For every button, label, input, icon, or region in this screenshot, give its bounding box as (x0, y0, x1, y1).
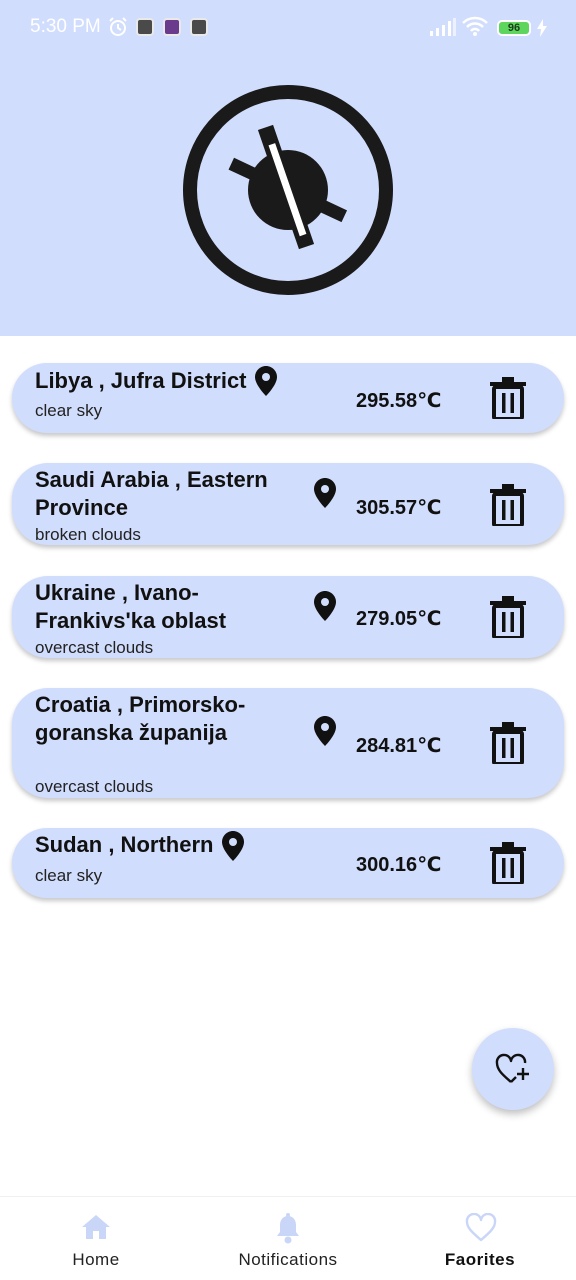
location-pin-icon (255, 366, 277, 396)
app-icon (190, 18, 208, 36)
weather-description: clear sky (35, 866, 103, 885)
location-title: Ukraine , Ivano-Frankivs'ka oblast (35, 580, 227, 633)
delete-icon[interactable] (490, 596, 526, 638)
location-pin-icon (314, 716, 336, 746)
nav-favorites[interactable]: Faorites (384, 1197, 576, 1280)
favorite-card[interactable]: Libya , Jufra District clear sky 295.58℃ (12, 363, 564, 433)
heart-icon (465, 1213, 497, 1242)
location-title: Saudi Arabia , Eastern Province (35, 467, 268, 520)
delete-icon[interactable] (490, 484, 526, 526)
header: 5:30 PM 96 (0, 0, 576, 336)
status-time: 5:30 PM (30, 16, 101, 37)
delete-icon[interactable] (490, 842, 526, 884)
weather-description: clear sky (35, 401, 103, 420)
temperature: 305.57℃ (356, 497, 442, 519)
add-favorite-button[interactable] (472, 1028, 554, 1110)
bottom-navigation: Home Notifications Faorites (0, 1196, 576, 1280)
location-title: Libya , Jufra District (35, 368, 247, 393)
compass-logo-icon (182, 84, 394, 301)
delete-icon[interactable] (490, 722, 526, 764)
location-pin-icon (314, 478, 336, 508)
location-pin-icon (222, 831, 244, 861)
favorite-card[interactable]: Saudi Arabia , Eastern Province broken c… (12, 463, 564, 545)
location-title: Sudan , Northern (35, 832, 214, 857)
location-pin-icon (314, 591, 336, 621)
heart-plus-icon (495, 1053, 529, 1083)
status-bar: 5:30 PM 96 (0, 0, 576, 56)
delete-icon[interactable] (490, 377, 526, 419)
location-title: Croatia , Primorsko-goranska županija (35, 692, 246, 745)
temperature: 284.81℃ (356, 735, 442, 757)
nav-notifications-label: Notifications (238, 1250, 338, 1269)
app-icon (163, 18, 181, 36)
alarm-icon (108, 17, 128, 42)
wifi-icon (462, 16, 488, 41)
bell-icon (277, 1213, 299, 1244)
temperature: 300.16℃ (356, 854, 442, 876)
signal-icon (430, 18, 456, 41)
temperature: 279.05℃ (356, 608, 442, 630)
weather-description: overcast clouds (35, 638, 154, 657)
charging-icon (537, 19, 547, 42)
favorite-card[interactable]: Ukraine , Ivano-Frankivs'ka oblast overc… (12, 576, 564, 658)
nav-notifications[interactable]: Notifications (192, 1197, 384, 1280)
home-icon (82, 1215, 110, 1239)
weather-description: broken clouds (35, 525, 141, 544)
battery-icon: 96 (497, 20, 531, 36)
temperature: 295.58℃ (356, 390, 442, 412)
weather-description: overcast clouds (35, 777, 154, 796)
favorite-card[interactable]: Croatia , Primorsko-goranska županija ov… (12, 688, 564, 798)
app-icon (136, 18, 154, 36)
nav-favorites-label: Faorites (444, 1250, 516, 1269)
nav-home-label: Home (72, 1250, 120, 1269)
nav-home[interactable]: Home (0, 1197, 192, 1280)
favorite-card[interactable]: Sudan , Northern clear sky 300.16℃ (12, 828, 564, 898)
